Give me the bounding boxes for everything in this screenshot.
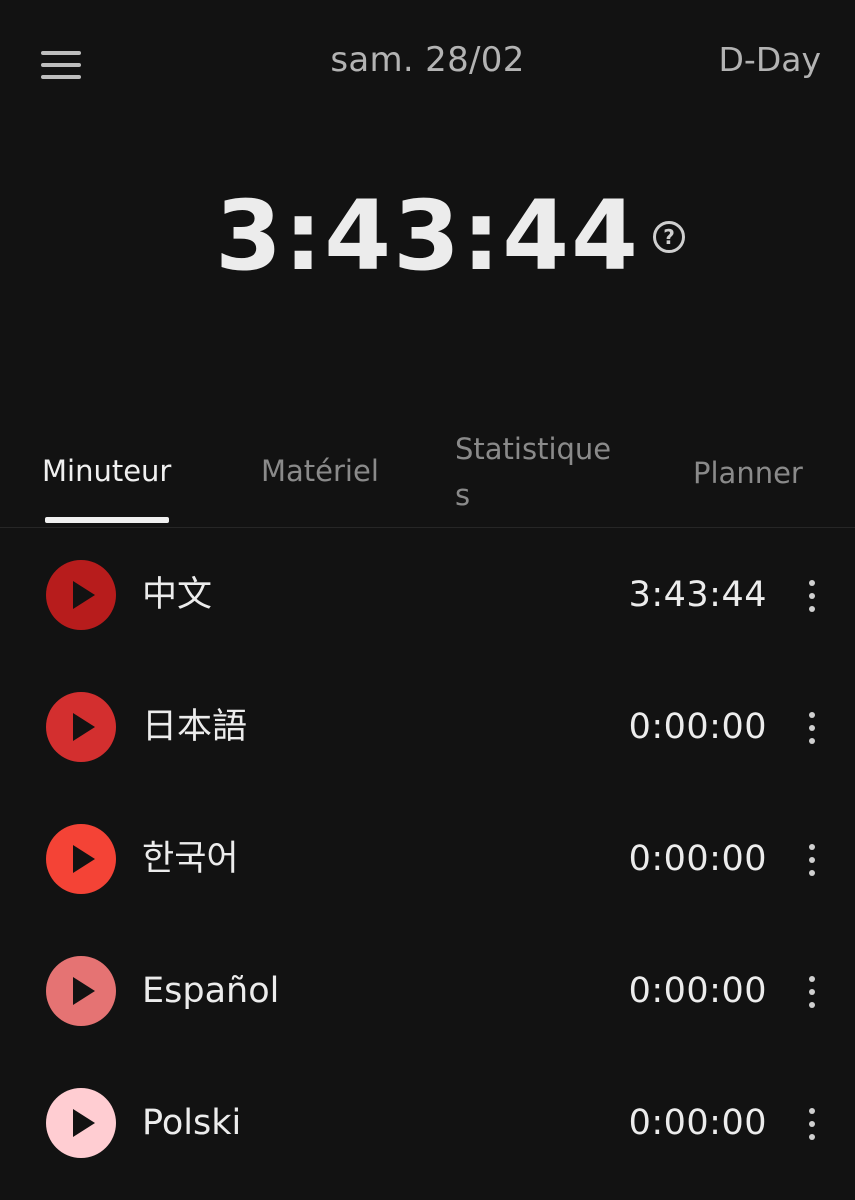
timer-row: Polski 0:00:00 xyxy=(0,1056,855,1188)
timer-label: 中文 xyxy=(142,575,213,615)
timer-row: Español 0:00:00 xyxy=(0,924,855,1056)
app-root: sam. 28/02 D-Day 3:43:44 ? Minuteur Maté… xyxy=(0,0,855,1200)
play-icon[interactable] xyxy=(46,692,116,762)
timer-time: 0:00:00 xyxy=(628,1103,767,1143)
active-tab-indicator xyxy=(45,517,169,523)
timer-time: 0:00:00 xyxy=(628,971,767,1011)
timer-label: 日本語 xyxy=(142,707,248,747)
timer-time: 0:00:00 xyxy=(628,707,767,747)
timer-time: 0:00:00 xyxy=(628,839,767,879)
top-bar: sam. 28/02 D-Day xyxy=(0,0,855,130)
tab-materiel[interactable]: Matériel xyxy=(261,448,379,494)
more-options-icon[interactable] xyxy=(800,1108,824,1140)
timer-row: 中文 3:43:44 xyxy=(0,528,855,660)
tab-bar: Minuteur Matériel Statistiques Planner xyxy=(0,420,855,528)
play-icon[interactable] xyxy=(46,956,116,1026)
tab-statistiques[interactable]: Statistiques xyxy=(455,426,625,518)
timer-label: Polski xyxy=(142,1103,242,1143)
tab-minuteur[interactable]: Minuteur xyxy=(42,448,171,494)
tab-planner[interactable]: Planner xyxy=(693,450,803,496)
play-icon[interactable] xyxy=(46,560,116,630)
timer-time: 3:43:44 xyxy=(628,575,767,615)
timer-list: 中文 3:43:44 日本語 0:00:00 한국어 0:00:00 Españ… xyxy=(0,528,855,1188)
help-icon[interactable]: ? xyxy=(653,221,685,253)
timer-row: 한국어 0:00:00 xyxy=(0,792,855,924)
dday-button[interactable]: D-Day xyxy=(719,40,821,79)
timer-label: 한국어 xyxy=(142,839,239,879)
more-options-icon[interactable] xyxy=(800,580,824,612)
main-timer-display: 3:43:44 xyxy=(215,180,640,292)
more-options-icon[interactable] xyxy=(800,844,824,876)
more-options-icon[interactable] xyxy=(800,712,824,744)
more-options-icon[interactable] xyxy=(800,976,824,1008)
play-icon[interactable] xyxy=(46,824,116,894)
timer-label: Español xyxy=(142,971,280,1011)
play-icon[interactable] xyxy=(46,1088,116,1158)
timer-row: 日本語 0:00:00 xyxy=(0,660,855,792)
